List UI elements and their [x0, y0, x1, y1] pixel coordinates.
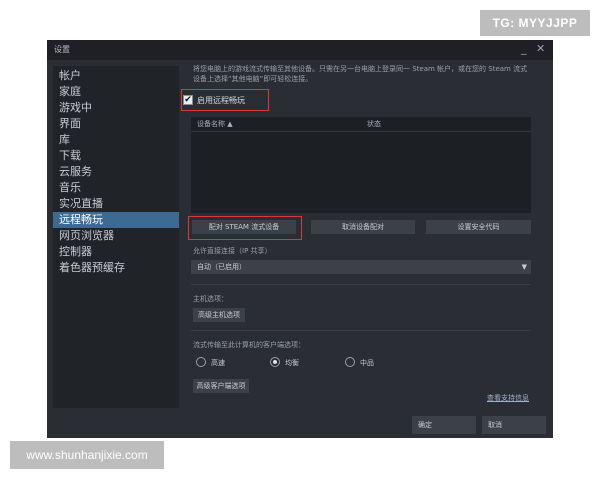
sidebar-item-interface[interactable]: 界面 [53, 116, 179, 132]
advanced-host-options-button[interactable]: 高级主机选项 [193, 308, 245, 322]
enable-remote-play-checkbox[interactable]: ✔ [183, 95, 193, 105]
radio-balanced-label: 均衡 [285, 359, 299, 367]
direct-connect-label: 允许直接连接（IP 共享） [193, 247, 272, 255]
sidebar-item-controller[interactable]: 控制器 [53, 244, 179, 260]
direct-connect-select[interactable]: 自动（已启用） ▼ [191, 260, 531, 274]
settings-sidebar: 帐户 家庭 游戏中 界面 库 下载 云服务 音乐 实况直播 远程畅玩 网页浏览器… [53, 66, 179, 408]
host-options-label: 主机选项： [193, 295, 228, 303]
watermark-bottom: www.shunhanjixie.com [10, 441, 164, 469]
sidebar-item-shader-cache[interactable]: 着色器预缓存 [53, 260, 179, 276]
direct-connect-value: 自动（已启用） [197, 263, 246, 271]
sidebar-item-family[interactable]: 家庭 [53, 84, 179, 100]
cancel-pairing-button[interactable]: 取消设备配对 [311, 220, 415, 234]
sidebar-item-broadcasting[interactable]: 实况直播 [53, 196, 179, 212]
minimize-button[interactable]: _ [521, 42, 527, 55]
radio-quality-label: 中品 [360, 359, 374, 367]
radio-fast[interactable] [196, 357, 206, 367]
radio-quality[interactable] [345, 357, 355, 367]
sidebar-item-cloud[interactable]: 云服务 [53, 164, 179, 180]
radio-balanced[interactable] [270, 357, 280, 367]
radio-fast-label: 高速 [211, 359, 225, 367]
sidebar-item-in-game[interactable]: 游戏中 [53, 100, 179, 116]
sidebar-item-music[interactable]: 音乐 [53, 180, 179, 196]
pair-steam-device-button[interactable]: 配对 STEAM 流式设备 [192, 220, 296, 234]
set-security-code-button[interactable]: 设置安全代码 [426, 220, 531, 234]
sidebar-item-library[interactable]: 库 [53, 132, 179, 148]
close-button[interactable]: ✕ [536, 42, 545, 55]
ok-button[interactable]: 确定 [412, 416, 476, 434]
sidebar-item-remote-play[interactable]: 远程畅玩 [53, 212, 179, 228]
divider-2 [191, 330, 531, 331]
advanced-client-options-button[interactable]: 高级客户端选项 [193, 379, 249, 393]
divider-1 [191, 284, 531, 285]
watermark-top: TG: MYYJJPP [480, 10, 590, 36]
title-bar: 设置 _ ✕ [47, 40, 553, 60]
enable-remote-play-label: 启用远程畅玩 [197, 96, 245, 105]
sidebar-item-web-browser[interactable]: 网页浏览器 [53, 228, 179, 244]
client-options-label: 流式传输至此计算机的客户端选项： [193, 341, 305, 349]
device-table: 设备名称 ▲ 状态 [191, 117, 531, 213]
sidebar-item-downloads[interactable]: 下载 [53, 148, 179, 164]
chevron-down-icon: ▼ [521, 263, 527, 271]
remote-play-description: 将您电脑上的游戏流式传输至其他设备。只需在另一台电脑上登录同一 Steam 帐户… [193, 65, 528, 83]
cancel-button[interactable]: 取消 [482, 416, 546, 434]
sidebar-item-account[interactable]: 帐户 [53, 68, 179, 84]
window-title: 设置 [54, 45, 70, 54]
view-support-info-link[interactable]: 查看支持信息 [487, 393, 529, 403]
device-name-header[interactable]: 设备名称 ▲ [197, 117, 233, 131]
table-header-divider [191, 131, 531, 132]
device-status-header[interactable]: 状态 [367, 117, 381, 131]
